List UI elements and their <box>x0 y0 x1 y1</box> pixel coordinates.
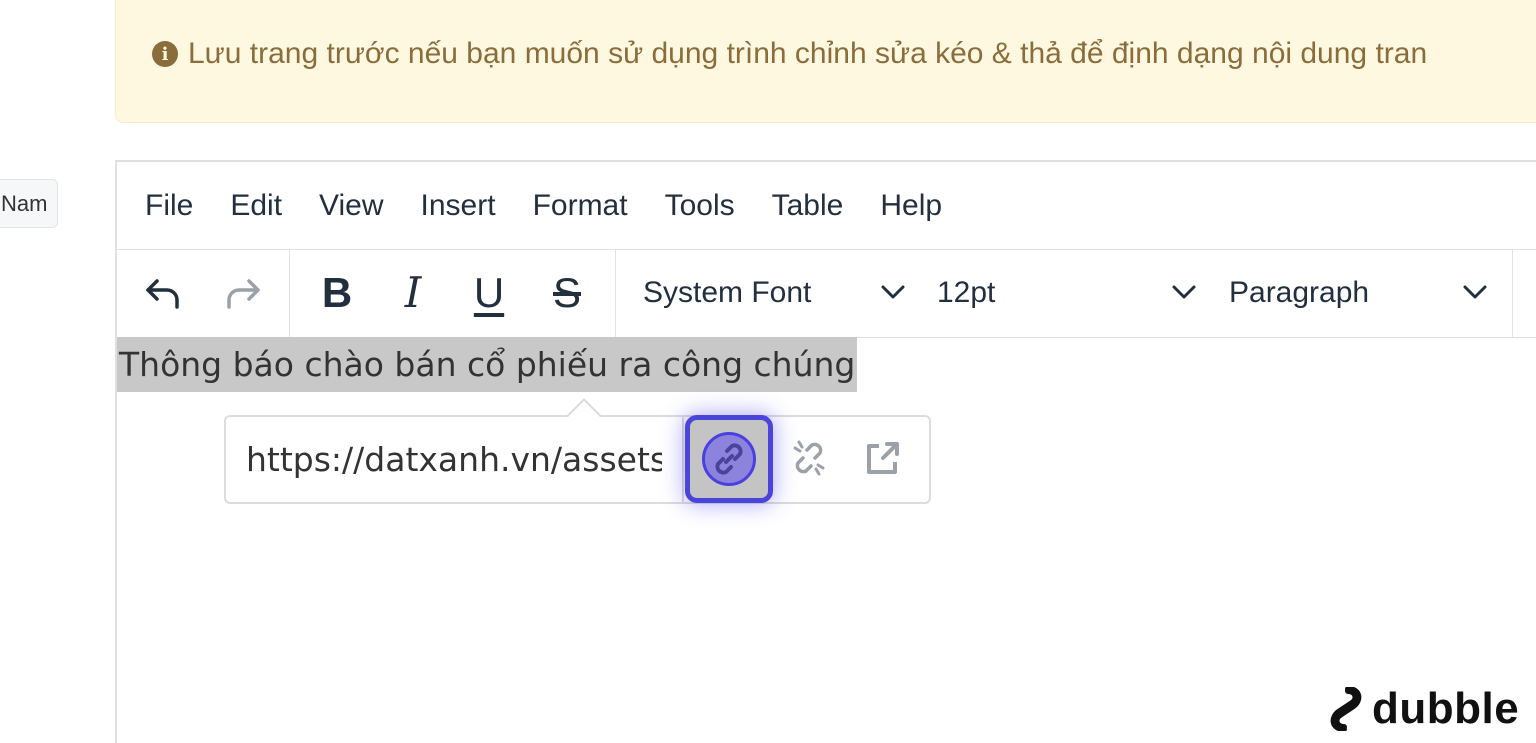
italic-button[interactable]: I <box>385 265 441 321</box>
unlink-button[interactable] <box>778 427 840 489</box>
menu-edit[interactable]: Edit <box>230 189 282 223</box>
menu-table[interactable]: Table <box>772 189 844 223</box>
redo-button[interactable] <box>215 265 271 321</box>
menu-insert[interactable]: Insert <box>421 189 496 223</box>
dropdown-group: System Font 12pt Paragraph <box>615 249 1513 337</box>
block-format-value: Paragraph <box>1229 276 1370 309</box>
notice-row: i Lưu trang trước nếu bạn muốn sử dụng t… <box>152 37 1427 71</box>
dubble-watermark: dubble <box>1326 684 1519 734</box>
menu-format[interactable]: Format <box>533 189 628 223</box>
link-popup <box>224 398 931 504</box>
editor-menubar: File Edit View Insert Format Tools Table… <box>117 162 1536 250</box>
undo-button[interactable] <box>135 265 191 321</box>
strikethrough-button[interactable]: S <box>539 265 595 321</box>
chevron-down-icon <box>1172 285 1196 299</box>
dubble-logo-icon <box>1330 687 1362 731</box>
bold-button[interactable]: B <box>309 265 365 321</box>
notice-banner: i Lưu trang trước nếu bạn muốn sử dụng t… <box>115 0 1536 123</box>
underline-icon: U <box>473 269 505 316</box>
block-format-select[interactable]: Paragraph <box>1229 249 1499 337</box>
info-icon: i <box>152 41 178 67</box>
bold-icon: B <box>321 269 353 316</box>
menu-file[interactable]: File <box>145 189 193 223</box>
format-group: B I U S <box>289 249 616 337</box>
click-indicator <box>702 432 756 486</box>
font-family-select[interactable]: System Font <box>643 249 913 337</box>
unlink-icon <box>793 440 825 476</box>
menu-tools[interactable]: Tools <box>665 189 735 223</box>
undo-icon <box>146 279 179 309</box>
link-button[interactable] <box>685 415 773 503</box>
selected-text[interactable]: Thông báo chào bán cổ phiếu ra công chún… <box>117 337 858 392</box>
menu-help[interactable]: Help <box>880 189 942 223</box>
open-external-icon <box>867 442 899 474</box>
history-group <box>117 249 290 337</box>
side-pill[interactable]: Nam <box>0 179 58 228</box>
notice-text: Lưu trang trước nếu bạn muốn sử dụng trì… <box>188 37 1428 70</box>
page: Nam i Lưu trang trước nếu bạn muốn sử dụ… <box>0 0 1536 743</box>
side-pill-label: Nam <box>1 190 48 216</box>
url-input[interactable] <box>226 417 684 502</box>
font-size-value: 12pt <box>937 276 996 309</box>
font-family-value: System Font <box>643 276 812 309</box>
editor-toolbar: B I U S System Font 12pt Paragraph <box>117 249 1536 338</box>
chevron-down-icon <box>1463 285 1487 299</box>
strikethrough-icon: S <box>552 269 581 316</box>
redo-icon <box>227 279 260 309</box>
font-size-select[interactable]: 12pt <box>937 249 1207 337</box>
watermark-text: dubble <box>1372 684 1520 733</box>
chevron-down-icon <box>881 285 905 299</box>
popup-arrow <box>566 398 602 417</box>
italic-icon: I <box>404 268 422 317</box>
open-link-button[interactable] <box>852 427 914 489</box>
menu-view[interactable]: View <box>319 189 383 223</box>
underline-button[interactable]: U <box>461 265 517 321</box>
